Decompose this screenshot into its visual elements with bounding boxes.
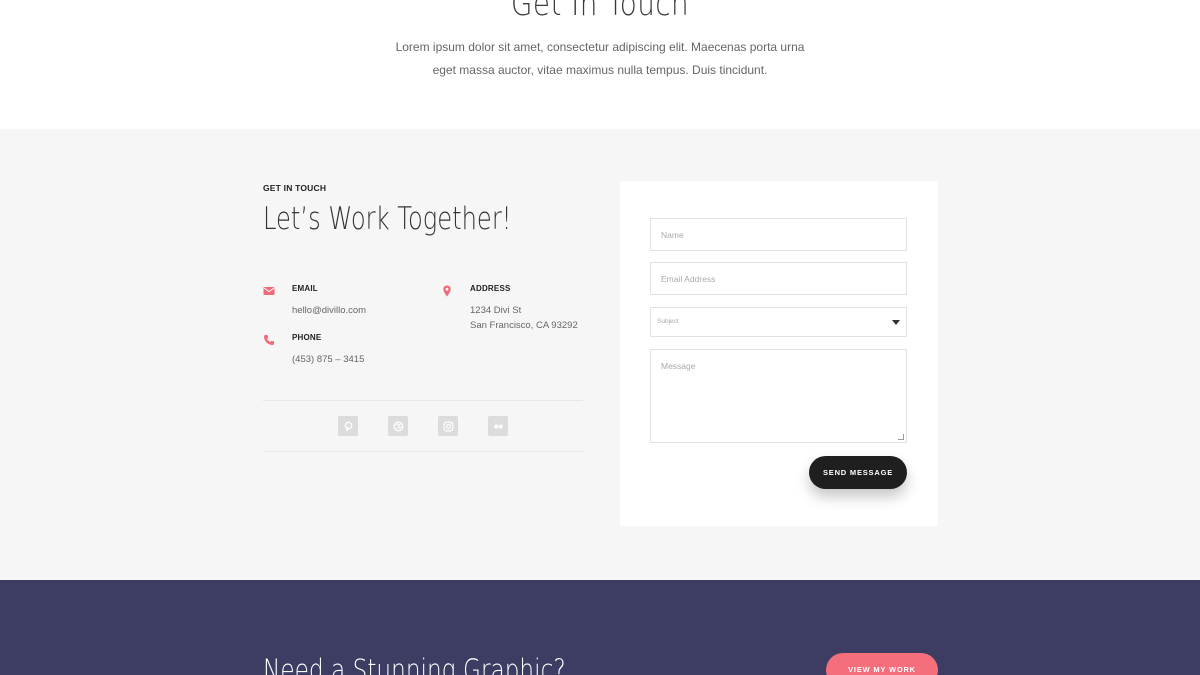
- social-divider-top: [263, 400, 583, 401]
- pinterest-link[interactable]: [338, 416, 358, 436]
- flickr-icon: [493, 423, 503, 429]
- cta-section: Need a Stunning Graphic? VIEW MY WORK: [0, 580, 1200, 675]
- send-message-button[interactable]: SEND MESSAGE: [809, 456, 907, 489]
- subject-select[interactable]: Subject: [650, 307, 907, 337]
- message-field[interactable]: Message: [650, 349, 907, 443]
- hero-title: Get In Touch: [510, 0, 690, 24]
- instagram-link[interactable]: [438, 416, 458, 436]
- email-value[interactable]: hello@divillo.com: [292, 303, 366, 318]
- address-value: 1234 Divi St San Francisco, CA 93292: [470, 303, 578, 333]
- hero-subtitle-line2: eget massa auctor, vitae maximus nulla t…: [432, 63, 768, 77]
- dribbble-icon: [393, 421, 403, 431]
- dribbble-link[interactable]: [388, 416, 408, 436]
- email-field[interactable]: Email Address: [650, 262, 907, 295]
- message-placeholder: Message: [661, 361, 696, 371]
- address-label: ADDRESS: [470, 284, 511, 293]
- contact-title: Let’s Work Together!: [263, 201, 512, 237]
- map-pin-icon: [441, 285, 453, 297]
- phone-value[interactable]: (453) 875 – 3415: [292, 352, 364, 367]
- envelope-icon: [263, 285, 275, 297]
- chevron-down-icon: [892, 320, 900, 325]
- phone-label: PHONE: [292, 333, 322, 342]
- contact-form: Name Email Address Subject Message SEND …: [620, 181, 938, 526]
- name-placeholder: Name: [661, 230, 684, 240]
- pinterest-icon: [344, 421, 352, 431]
- hero-subtitle: Lorem ipsum dolor sit amet, consectetur …: [380, 36, 820, 82]
- name-field[interactable]: Name: [650, 218, 907, 251]
- email-placeholder: Email Address: [661, 274, 716, 284]
- cta-title: Need a Stunning Graphic?: [263, 653, 566, 675]
- email-label: EMAIL: [292, 284, 318, 293]
- instagram-icon: [443, 421, 453, 431]
- hero-section: Get In Touch Lorem ipsum dolor sit amet,…: [0, 0, 1200, 129]
- subject-placeholder: Subject: [657, 318, 679, 325]
- social-divider-bottom: [263, 451, 583, 452]
- address-line2: San Francisco, CA 93292: [470, 320, 578, 331]
- phone-icon: [263, 334, 275, 346]
- flickr-link[interactable]: [488, 416, 508, 436]
- view-my-work-button[interactable]: VIEW MY WORK: [826, 653, 938, 675]
- hero-subtitle-line1: Lorem ipsum dolor sit amet, consectetur …: [395, 40, 805, 54]
- contact-section: GET IN TOUCH Let’s Work Together! EMAIL …: [0, 129, 1200, 580]
- address-line1: 1234 Divi St: [470, 305, 522, 316]
- resize-handle-icon[interactable]: [898, 434, 904, 440]
- contact-eyebrow: GET IN TOUCH: [263, 183, 327, 193]
